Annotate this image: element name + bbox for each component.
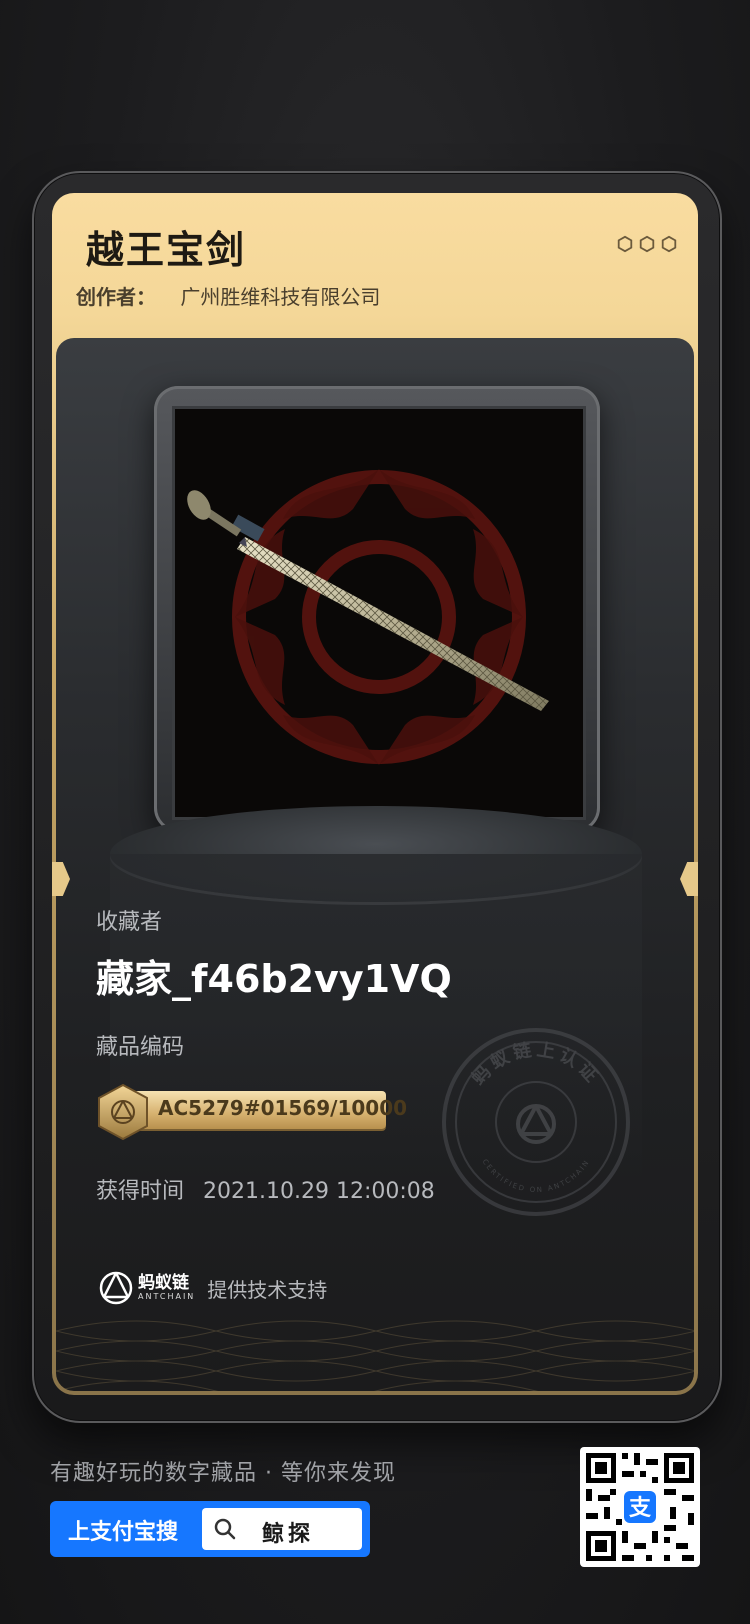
antchain-logo-icon bbox=[99, 1271, 133, 1305]
acquired-value: 2021.10.29 12:00:08 bbox=[203, 1179, 435, 1204]
item-code-badge: AC5279#01569/10000 bbox=[96, 1083, 407, 1141]
alipay-search-label: 上支付宝搜 bbox=[68, 1520, 179, 1545]
antchain-logo: 蚂蚁链 ANTCHAIN bbox=[94, 1268, 195, 1308]
svg-text:支: 支 bbox=[629, 1496, 652, 1521]
alipay-search-bar[interactable]: 上支付宝搜 鲸探 bbox=[50, 1501, 370, 1557]
antchain-brand-name: 蚂蚁链 bbox=[138, 1273, 189, 1293]
more-options-icon[interactable] bbox=[616, 235, 678, 253]
item-code-value: AC5279#01569/10000 bbox=[158, 1096, 408, 1120]
creator-row: 创作者： 广州胜维科技有限公司 bbox=[76, 281, 380, 310]
svg-text:CERTIFIED ON ANTCHAIN: CERTIFIED ON ANTCHAIN bbox=[481, 1158, 592, 1194]
search-icon bbox=[214, 1518, 236, 1540]
card-header: 越王宝剑 创作者： 广州胜维科技有限公司 bbox=[52, 193, 698, 340]
artwork-frame bbox=[154, 386, 600, 832]
acquired-time-row: 获得时间 2021.10.29 12:00:08 bbox=[96, 1173, 435, 1205]
collectible-title: 越王宝剑 bbox=[86, 228, 247, 272]
search-keyword: 鲸探 bbox=[262, 1522, 315, 1547]
creator-name: 广州胜维科技有限公司 bbox=[180, 285, 381, 309]
artwork-image[interactable] bbox=[172, 406, 586, 820]
collectible-card: 越王宝剑 创作者： 广州胜维科技有限公司 收藏者 藏家_f46b2vy1VQ 藏… bbox=[52, 193, 698, 1395]
promo-text: 有趣好玩的数字藏品 · 等你来发现 bbox=[50, 1461, 396, 1486]
antchain-brand-sub: ANTCHAIN bbox=[138, 1292, 196, 1301]
collector-label: 收藏者 bbox=[96, 910, 163, 935]
display-panel: 收藏者 藏家_f46b2vy1VQ 藏品编码 AC5279#01569/1000… bbox=[56, 338, 694, 1391]
acquired-label: 获得时间 bbox=[96, 1179, 185, 1204]
antchain-certified-stamp: 蚂蚁链上认证 CERTIFIED ON ANTCHAIN bbox=[442, 1028, 630, 1216]
mesh-decoration bbox=[56, 1320, 694, 1391]
stamp-bottom-text: CERTIFIED ON ANTCHAIN bbox=[481, 1158, 590, 1194]
tech-support-footer: 蚂蚁链 ANTCHAIN 提供技术支持 bbox=[94, 1268, 327, 1308]
tech-support-text: 提供技术支持 bbox=[207, 1277, 328, 1302]
item-code-label: 藏品编码 bbox=[96, 1035, 185, 1060]
search-box[interactable]: 鲸探 bbox=[202, 1508, 362, 1550]
collector-value: 藏家_f46b2vy1VQ bbox=[96, 957, 452, 1001]
qr-code[interactable]: 支 bbox=[580, 1447, 700, 1567]
creator-label: 创作者： bbox=[76, 285, 156, 309]
antchain-hex-icon bbox=[98, 1083, 148, 1141]
